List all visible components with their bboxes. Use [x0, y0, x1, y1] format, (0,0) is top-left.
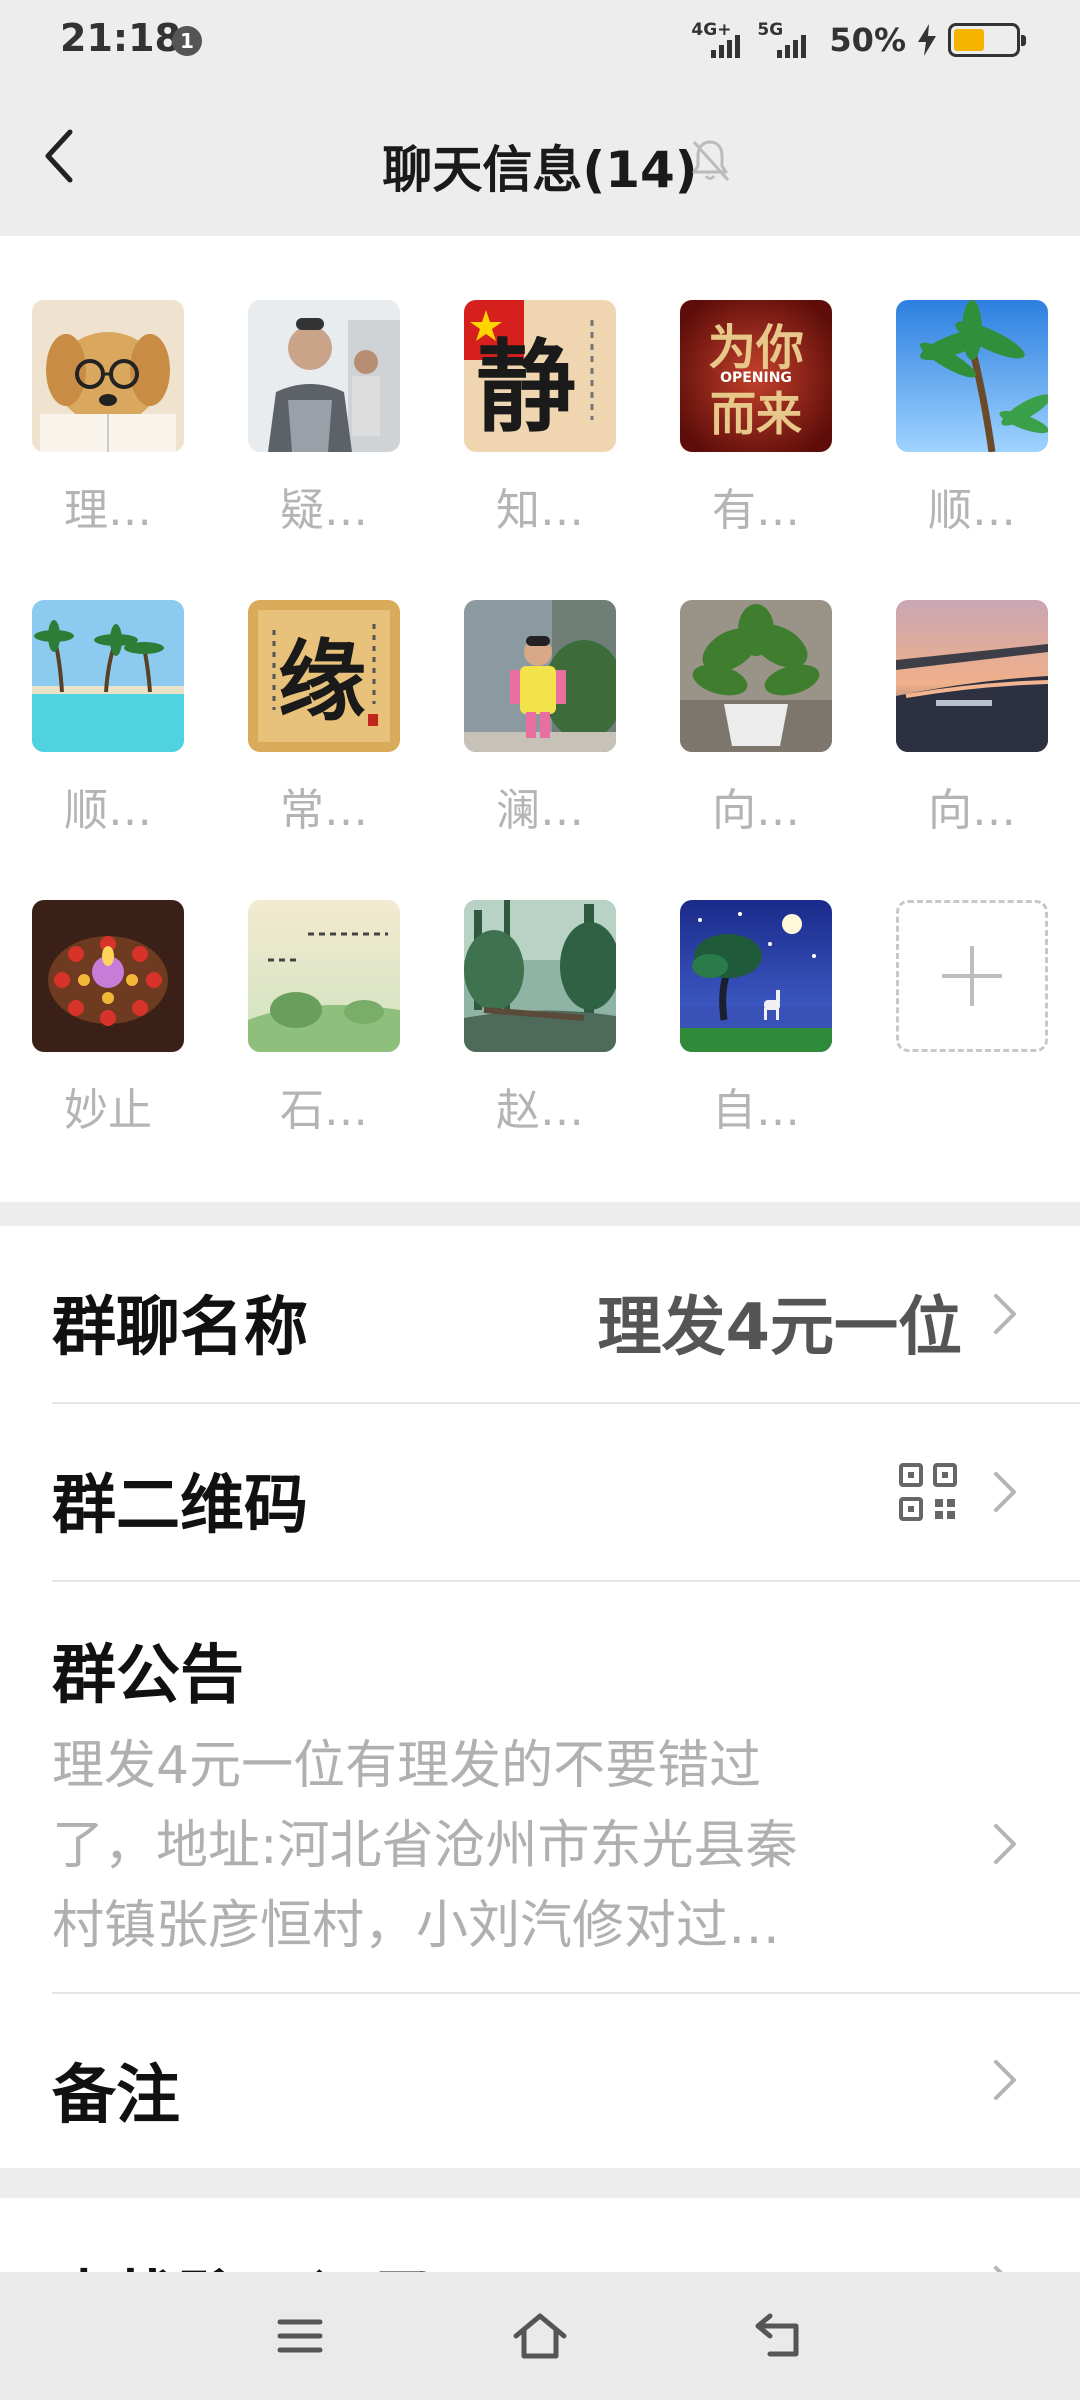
group-name-row[interactable]: 群聊名称 理发4元一位 [52, 1226, 1080, 1402]
chevron-right-icon [994, 2060, 1016, 2100]
svg-text:缘: 缘 [278, 629, 366, 733]
page-title: 聊天信息(14) [382, 141, 698, 199]
announcement-row[interactable]: 群公告 理发4元一位有理发的不要错过 了，地址:河北省沧州市东光县秦 村镇张彦恒… [52, 1582, 1080, 1992]
svg-text:为你: 为你 [708, 320, 804, 376]
member-item[interactable]: 理… [32, 300, 184, 538]
member-name: 疑… [280, 485, 368, 536]
member-name: 顺… [64, 785, 152, 836]
svg-text:静: 静 [476, 328, 576, 446]
avatar [32, 900, 184, 1052]
plus-icon [942, 946, 1002, 1006]
group-qr-row[interactable]: 群二维码 [52, 1404, 1080, 1580]
member-name: 有… [712, 485, 800, 536]
group-name-label: 群聊名称 [52, 1291, 308, 1365]
battery-level [954, 29, 984, 51]
avatar [32, 600, 184, 752]
announcement-text: 理发4元一位有理发的不要错过 了，地址:河北省沧州市东光县秦 村镇张彦恒村，小刘… [52, 1736, 798, 1956]
member-name: 自… [712, 1085, 800, 1136]
home-icon[interactable] [510, 2308, 570, 2364]
avatar [680, 600, 832, 752]
bell-muted-icon [692, 140, 730, 182]
notification-badge: 1 [172, 26, 202, 56]
avatar [680, 900, 832, 1052]
group-settings-card: 群聊名称 理发4元一位 群二维码 群公告 理发4元一位有理发的不要错过 了，地址… [0, 1226, 1080, 2168]
status-bar: 21:18 1 4G+ 5G 50% [0, 0, 1080, 80]
member-name: 向… [712, 785, 800, 836]
member-item[interactable]: 石… [248, 900, 400, 1138]
member-item[interactable]: 疑… [248, 300, 400, 538]
member-item[interactable]: 自… [680, 900, 832, 1138]
chevron-right-icon [994, 1294, 1016, 1334]
member-item[interactable]: 静 知… [464, 300, 616, 538]
header: 聊天信息(14) [0, 80, 1080, 236]
member-item[interactable]: 向… [896, 600, 1048, 838]
avatar: 缘 [248, 600, 400, 752]
remark-label: 备注 [52, 2059, 180, 2133]
add-member-button[interactable] [896, 900, 1048, 1052]
member-name: 赵… [496, 1085, 584, 1136]
group-name-value: 理发4元一位 [597, 1291, 962, 1365]
charging-icon [918, 24, 936, 56]
menu-icon[interactable] [270, 2308, 330, 2364]
avatar [464, 600, 616, 752]
battery-percent: 50% [829, 21, 906, 59]
avatar [248, 900, 400, 1052]
search-history-card: 查找聊天记录 [0, 2198, 1080, 2278]
member-item[interactable]: 为你 OPENING 而来 有… [680, 300, 832, 538]
chevron-right-icon [994, 1472, 1016, 1512]
member-name: 知… [496, 485, 584, 536]
member-name: 向… [928, 785, 1016, 836]
svg-text:OPENING: OPENING [720, 370, 792, 386]
status-time: 21:18 [60, 16, 181, 60]
status-indicators: 4G+ 5G 50% [691, 16, 1026, 64]
add-member-tile[interactable] [896, 900, 1048, 1052]
member-item[interactable]: 澜… [464, 600, 616, 838]
member-name: 顺… [928, 485, 1016, 536]
search-history-row[interactable]: 查找聊天记录 [52, 2198, 1080, 2278]
member-item[interactable]: 缘 常… [248, 600, 400, 838]
member-item[interactable]: 顺… [32, 600, 184, 838]
chevron-right-icon [994, 1824, 1016, 1864]
member-item[interactable]: 向… [680, 600, 832, 838]
announcement-label: 群公告 [52, 1639, 244, 1713]
member-item[interactable]: 顺… [896, 300, 1048, 538]
battery-icon [948, 23, 1026, 57]
avatar [248, 300, 400, 452]
member-name: 妙止 [64, 1085, 152, 1136]
member-name: 石… [280, 1085, 368, 1136]
svg-text:而来: 而来 [710, 387, 802, 441]
qr-code-icon [899, 1463, 957, 1521]
group-qr-label: 群二维码 [52, 1469, 308, 1543]
member-name: 理… [64, 485, 152, 536]
avatar: 静 [464, 300, 616, 452]
remark-row[interactable]: 备注 [52, 1994, 1080, 2168]
member-name: 澜… [496, 785, 584, 836]
signal-4g-icon: 4G+ [691, 20, 747, 60]
avatar [32, 300, 184, 452]
system-nav-bar [0, 2272, 1080, 2400]
member-grid: 理… 疑… 静 知… 为你 OPENING 而来 有… 顺… 顺… 缘 常… 澜… [0, 236, 1080, 1202]
member-item[interactable]: 妙止 [32, 900, 184, 1138]
signal-5g-icon: 5G [757, 20, 813, 60]
avatar [464, 900, 616, 1052]
avatar: 为你 OPENING 而来 [680, 300, 832, 452]
avatar [896, 300, 1048, 452]
member-name: 常… [280, 785, 368, 836]
back-arrow-icon[interactable] [750, 2308, 810, 2364]
avatar [896, 600, 1048, 752]
member-item[interactable]: 赵… [464, 900, 616, 1138]
